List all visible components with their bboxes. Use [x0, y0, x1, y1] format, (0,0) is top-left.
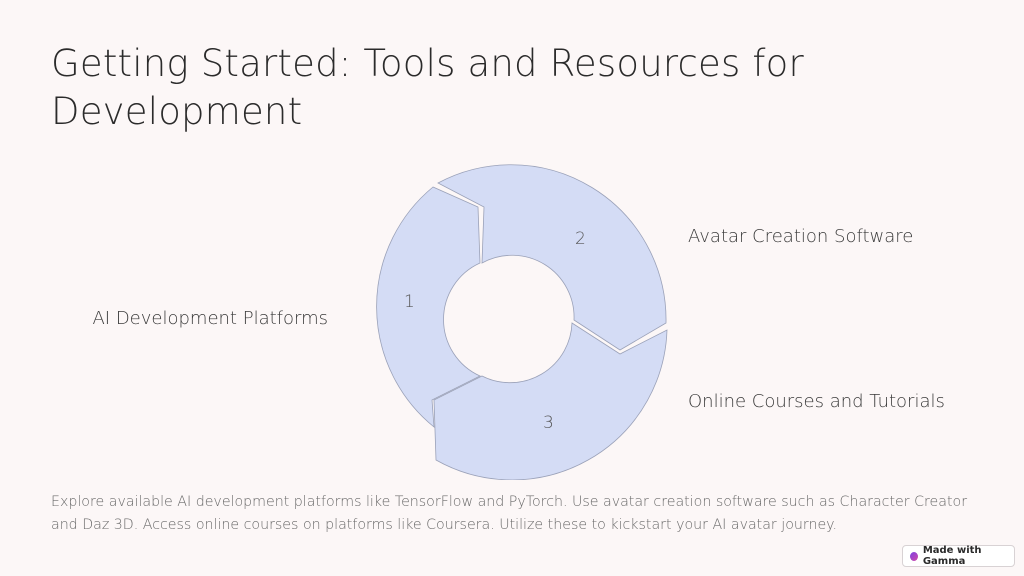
- cycle-step-label-2: Avatar Creation Software: [688, 226, 914, 247]
- made-with-gamma-badge[interactable]: Made with Gamma: [902, 545, 1015, 567]
- cycle-step-label-3: Online Courses and Tutorials: [688, 391, 945, 412]
- cycle-step-number-2: 2: [575, 229, 586, 249]
- slide-title: Getting Started: Tools and Resources for…: [51, 42, 804, 133]
- cycle-segment-3: [433, 322, 668, 480]
- cycle-diagram: 1 2 3: [376, 164, 668, 480]
- cycle-step-number-3: 3: [543, 413, 554, 433]
- slide-description: Explore available AI development platfor…: [51, 494, 968, 533]
- gamma-logo-icon: [910, 551, 918, 561]
- cycle-step-label-1: AI Development Platforms: [92, 308, 328, 329]
- cycle-step-number-1: 1: [404, 292, 415, 312]
- badge-label: Made with Gamma: [922, 545, 982, 567]
